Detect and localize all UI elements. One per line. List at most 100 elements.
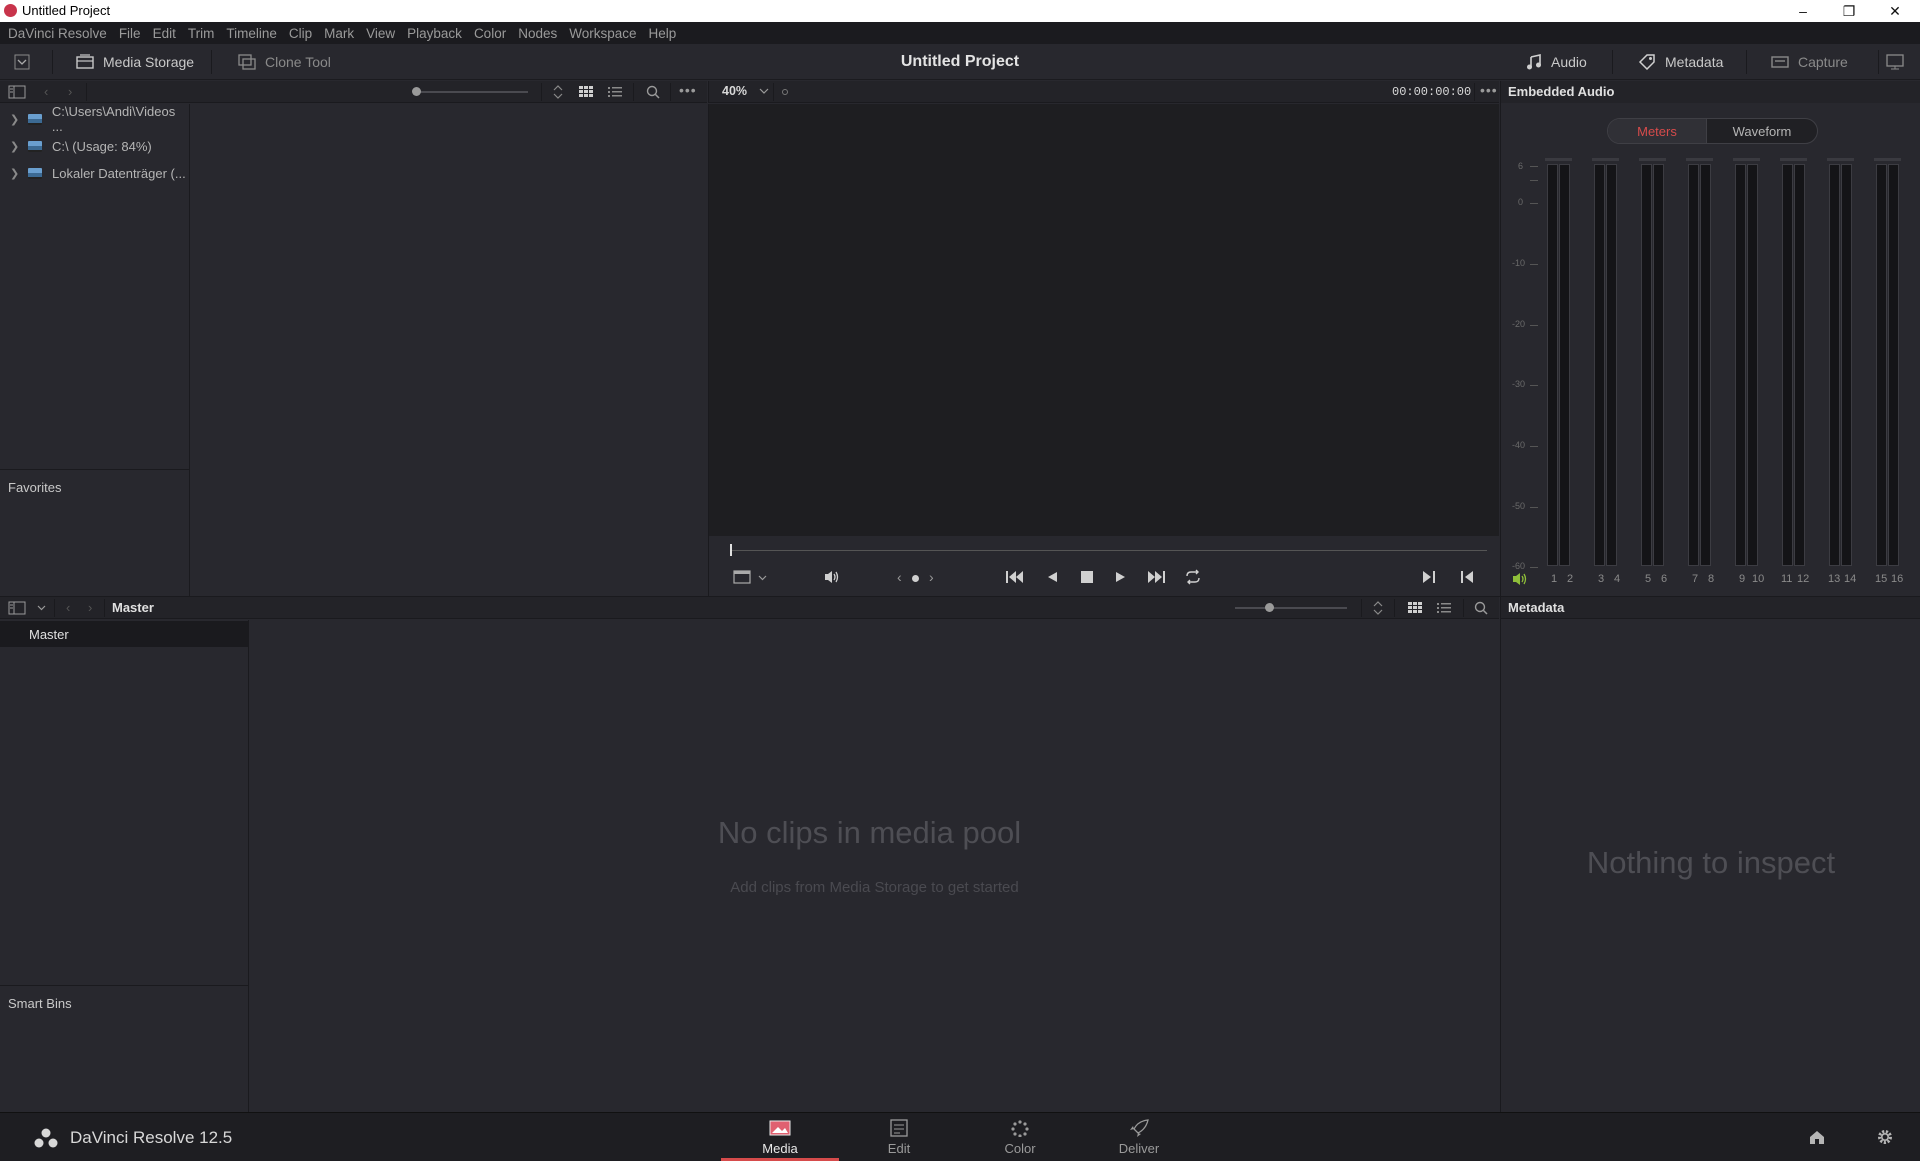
metadata-empty-text: Nothing to inspect <box>1586 845 1836 880</box>
capture-panel-button[interactable]: Capture <box>1771 44 1848 80</box>
menu-color[interactable]: Color <box>468 26 512 41</box>
nav-forward-icon[interactable]: › <box>88 600 92 615</box>
bin-label: Master <box>29 627 69 642</box>
bin-list-toggle-icon[interactable] <box>8 601 26 615</box>
menu-edit[interactable]: Edit <box>147 26 182 41</box>
go-to-end-icon[interactable] <box>1146 570 1166 584</box>
window-title-bar: Untitled Project – ❐ ✕ <box>0 0 1920 22</box>
page-tab-edit[interactable]: Edit <box>840 1113 958 1161</box>
slider-handle[interactable] <box>412 87 421 96</box>
viewer-toolbar: 40% 00:00:00:00 ••• <box>708 81 1499 103</box>
page-tab-media[interactable]: Media <box>721 1113 839 1161</box>
viewer-options-icon[interactable]: ••• <box>1480 82 1498 98</box>
location-item-local-disk[interactable]: ❯ Lokaler Datenträger (... <box>0 162 186 184</box>
clip-display-icon[interactable] <box>733 570 751 584</box>
meter-pair-1-2 <box>1545 158 1572 566</box>
menu-mark[interactable]: Mark <box>318 26 360 41</box>
monitor-output-button[interactable] <box>1886 44 1904 80</box>
sort-icon[interactable] <box>1372 601 1384 615</box>
chevron-down-icon[interactable] <box>759 88 769 96</box>
pool-thumbnail-slider[interactable] <box>1235 607 1347 609</box>
metadata-panel-button[interactable]: Metadata <box>1638 44 1723 80</box>
nav-forward-icon[interactable]: › <box>68 84 72 99</box>
viewer-canvas[interactable] <box>708 104 1499 536</box>
menu-view[interactable]: View <box>360 26 401 41</box>
meter-scale-label: 0 <box>1518 197 1524 207</box>
audio-label: Audio <box>1551 54 1587 70</box>
audio-panel-button[interactable]: Audio <box>1526 44 1587 80</box>
search-icon[interactable] <box>646 85 660 99</box>
location-item-videos[interactable]: ❯ C:\Users\Andi\Videos ... <box>0 104 189 134</box>
chevron-right-icon[interactable]: ❯ <box>10 140 22 153</box>
chevron-right-icon[interactable]: ❯ <box>10 113 22 126</box>
page-tab-deliver[interactable]: Deliver <box>1080 1113 1198 1161</box>
app-name: DaVinci Resolve 12.5 <box>70 1128 233 1147</box>
play-icon[interactable] <box>1115 571 1127 583</box>
meter-scale-label: -50 <box>1512 501 1526 511</box>
jog-right-icon[interactable]: › <box>929 569 934 585</box>
sidebar-toggle-icon[interactable] <box>8 85 26 99</box>
viewer-timecode[interactable]: 00:00:00:00 <box>1392 85 1471 99</box>
edit-page-icon <box>890 1119 908 1137</box>
search-icon[interactable] <box>1474 601 1488 615</box>
page-tab-label: Media <box>762 1141 798 1156</box>
menu-workspace[interactable]: Workspace <box>563 26 642 41</box>
chevron-right-icon[interactable]: ❯ <box>10 167 22 180</box>
menu-trim[interactable]: Trim <box>182 26 221 41</box>
speaker-green-icon[interactable] <box>1512 572 1530 586</box>
menu-nodes[interactable]: Nodes <box>512 26 563 41</box>
stop-icon[interactable] <box>1081 571 1093 583</box>
play-reverse-icon[interactable] <box>1046 571 1058 583</box>
meter-pair-5-6 <box>1639 158 1666 566</box>
jog-wheel-icon[interactable] <box>912 575 919 582</box>
grid-view-icon[interactable] <box>1408 601 1423 615</box>
media-pool-clip-area[interactable]: No clips in media pool Add clips from Me… <box>250 620 1499 1112</box>
drive-icon <box>28 140 42 152</box>
meter-scale-label: 6 <box>1518 161 1524 171</box>
workspace-dropdown-button[interactable] <box>14 44 30 80</box>
viewer-zoom[interactable]: 40% <box>722 84 747 98</box>
location-label: Lokaler Datenträger (... <box>52 165 186 181</box>
scrubber-track[interactable] <box>731 550 1487 551</box>
mark-out-icon[interactable] <box>1460 570 1474 584</box>
list-view-icon[interactable] <box>608 85 623 99</box>
resolve-logo-icon <box>4 4 17 17</box>
loop-icon[interactable] <box>1184 569 1202 585</box>
page-tab-color[interactable]: Color <box>961 1113 1079 1161</box>
location-item-c-drive[interactable]: ❯ C:\ (Usage: 84%) <box>0 135 152 157</box>
waveform-tab[interactable]: Waveform <box>1707 119 1817 143</box>
meters-tab[interactable]: Meters <box>1608 119 1706 143</box>
gear-icon[interactable] <box>1876 1128 1894 1146</box>
menu-clip[interactable]: Clip <box>283 26 318 41</box>
home-icon[interactable] <box>1808 1129 1826 1145</box>
menu-playback[interactable]: Playback <box>401 26 468 41</box>
menu-timeline[interactable]: Timeline <box>220 26 283 41</box>
clone-tool-button[interactable]: Clone Tool <box>238 44 331 80</box>
jog-left-icon[interactable]: ‹ <box>897 569 902 585</box>
go-to-start-icon[interactable] <box>1005 570 1025 584</box>
volume-icon[interactable] <box>823 569 841 585</box>
menu-file[interactable]: File <box>113 26 147 41</box>
close-button[interactable]: ✕ <box>1872 0 1918 22</box>
bin-item-master[interactable]: Master <box>0 621 249 647</box>
playhead[interactable] <box>730 544 732 556</box>
chevron-down-icon[interactable] <box>758 575 767 581</box>
restore-button[interactable]: ❐ <box>1826 0 1872 22</box>
media-storage-button[interactable]: Media Storage <box>76 44 194 80</box>
nav-back-icon[interactable]: ‹ <box>66 600 70 615</box>
nav-back-icon[interactable]: ‹ <box>44 84 48 99</box>
menu-davinci-resolve[interactable]: DaVinci Resolve <box>2 26 113 41</box>
chevron-down-icon[interactable] <box>37 605 46 611</box>
list-view-icon[interactable] <box>1437 601 1452 615</box>
media-storage-browser[interactable] <box>191 104 707 596</box>
grid-view-icon[interactable] <box>579 85 594 99</box>
minimize-button[interactable]: – <box>1780 0 1826 22</box>
meter-pair-13-14 <box>1827 158 1854 566</box>
menu-help[interactable]: Help <box>643 26 683 41</box>
mark-in-icon[interactable] <box>1422 570 1436 584</box>
slider-handle[interactable] <box>1265 603 1274 612</box>
media-storage-label: Media Storage <box>103 54 195 70</box>
more-options-icon[interactable]: ••• <box>679 82 697 98</box>
sort-icon[interactable] <box>552 85 564 99</box>
thumbnail-size-slider[interactable] <box>414 91 528 93</box>
